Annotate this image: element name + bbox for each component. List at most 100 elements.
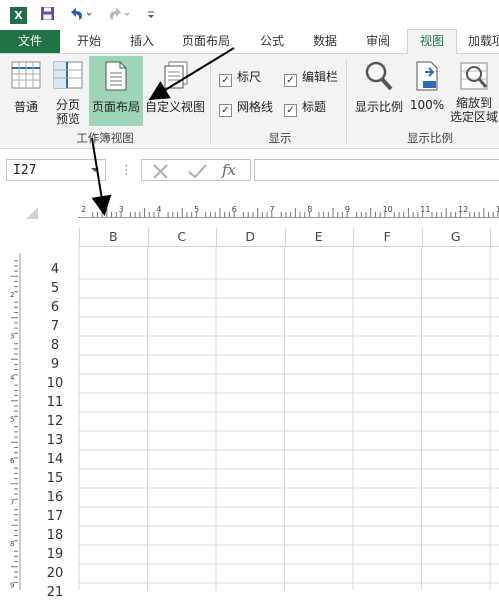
zoom-to-selection-label-1: 缩放到 <box>455 96 492 110</box>
insert-function-icon[interactable]: fx <box>222 161 236 179</box>
tab-addins[interactable]: 加载项 <box>462 30 499 53</box>
normal-view-button[interactable]: 普通 <box>6 60 46 124</box>
column-header-separator[interactable] <box>490 228 491 246</box>
name-box-dropdown-icon[interactable] <box>91 163 99 177</box>
formula-bar: I27 ⋮ fx <box>0 155 499 187</box>
column-header-separator[interactable] <box>147 228 149 246</box>
ribbon-separator <box>346 60 347 144</box>
tab-insert[interactable]: 插入 <box>118 30 166 53</box>
row-header-16[interactable]: 16 <box>40 488 70 507</box>
tab-page-layout[interactable]: 页面布局 <box>172 30 240 53</box>
ruler-ticks: 2345678910111213 <box>81 205 499 217</box>
column-header-separator[interactable] <box>79 228 80 246</box>
formula-input[interactable] <box>254 159 499 181</box>
row-header-6[interactable]: 6 <box>40 298 70 317</box>
svg-text:9: 9 <box>10 582 14 590</box>
column-header-separator[interactable] <box>284 228 286 246</box>
row-header-9[interactable]: 9 <box>40 355 70 374</box>
svg-text:8: 8 <box>10 540 14 548</box>
redo-icon[interactable] <box>108 6 132 24</box>
zoom-to-selection-button[interactable]: 缩放到 选定区域 <box>448 60 499 130</box>
tab-view[interactable]: 视图 <box>407 29 457 55</box>
tab-formulas[interactable]: 公式 <box>250 30 294 53</box>
svg-text:5: 5 <box>194 205 199 214</box>
normal-view-label: 普通 <box>13 100 38 114</box>
zoom-label: 显示比例 <box>354 100 403 114</box>
page-layout-label: 页面布局 <box>91 100 140 114</box>
svg-text:10: 10 <box>383 205 393 214</box>
row-header-8[interactable]: 8 <box>40 336 70 355</box>
vertical-ruler: 23456789 <box>8 253 22 590</box>
ribbon-panel: 普通 分页 预览 页面布局 自定义视图 工作簿视图 ✓ 标尺 ✓ 编辑栏 ✓ 网格线 <box>0 54 499 149</box>
page-break-preview-label-1: 分页 <box>55 98 80 112</box>
column-header-B[interactable]: B <box>79 228 148 246</box>
row-header-10[interactable]: 10 <box>40 374 70 393</box>
ribbon-tabs: 文件 开始 插入 页面布局 公式 数据 审阅 视图 加载项 <box>0 29 499 55</box>
zoom-button[interactable]: 显示比例 <box>352 60 406 124</box>
svg-text:3: 3 <box>10 333 14 341</box>
formula-bar-checkbox[interactable]: ✓ 编辑栏 <box>284 68 338 87</box>
ruler-checkbox[interactable]: ✓ 标尺 <box>219 68 261 87</box>
svg-text:11: 11 <box>420 205 430 214</box>
row-header-13[interactable]: 13 <box>40 431 70 450</box>
check-icon: ✓ <box>219 74 232 87</box>
row-header-11[interactable]: 11 <box>40 393 70 412</box>
workbook-views-group-label: 工作簿视图 <box>76 131 134 145</box>
row-header-12[interactable]: 12 <box>40 412 70 431</box>
row-header-5[interactable]: 5 <box>40 279 70 298</box>
gridlines-checkbox[interactable]: ✓ 网格线 <box>219 98 273 117</box>
column-header-D[interactable]: D <box>216 228 285 246</box>
tab-data[interactable]: 数据 <box>302 30 348 53</box>
worksheet-area: 2345678910111213 BCDEFG 23456789 4567891… <box>0 195 499 602</box>
svg-text:12: 12 <box>458 205 468 214</box>
svg-text:2: 2 <box>10 291 14 299</box>
custom-views-icon <box>164 61 188 89</box>
row-header-21[interactable]: 21 <box>40 583 70 602</box>
custom-views-label: 自定义视图 <box>144 100 205 114</box>
tab-file[interactable]: 文件 <box>0 30 60 53</box>
save-icon[interactable] <box>40 6 55 24</box>
row-header-19[interactable]: 19 <box>40 545 70 564</box>
row-header-17[interactable]: 17 <box>40 507 70 526</box>
row-header-18[interactable]: 18 <box>40 526 70 545</box>
column-header-E[interactable]: E <box>285 228 354 246</box>
row-header-7[interactable]: 7 <box>40 317 70 336</box>
page-layout-view-button[interactable]: 页面布局 <box>89 56 143 126</box>
headings-label: 标题 <box>302 100 327 114</box>
column-header-separator[interactable] <box>421 228 423 246</box>
tab-review[interactable]: 审阅 <box>356 30 400 53</box>
tab-home[interactable]: 开始 <box>64 30 114 53</box>
column-header-G[interactable]: G <box>422 228 491 246</box>
horizontal-ruler: 2345678910111213 <box>78 203 499 218</box>
zoom-100-button[interactable]: 100% <box>408 60 446 124</box>
row-header-20[interactable]: 20 <box>40 564 70 583</box>
gridlines-label: 网格线 <box>237 100 274 114</box>
svg-text:6: 6 <box>232 205 237 214</box>
row-header-4[interactable]: 4 <box>40 260 70 279</box>
svg-text:5: 5 <box>10 416 14 424</box>
column-header-separator[interactable] <box>353 228 354 246</box>
row-header-15[interactable]: 15 <box>40 469 70 488</box>
enter-check-icon[interactable] <box>186 163 208 179</box>
customize-qat-icon[interactable] <box>146 6 156 24</box>
more-options-icon[interactable]: ⋮ <box>120 163 133 178</box>
row-header-14[interactable]: 14 <box>40 450 70 469</box>
formula-bar-label: 编辑栏 <box>302 70 339 84</box>
svg-text:2: 2 <box>81 205 86 214</box>
page-break-preview-button[interactable]: 分页 预览 <box>48 60 88 128</box>
page-layout-icon <box>105 61 127 91</box>
cell-grid[interactable] <box>78 247 499 602</box>
select-all-icon[interactable] <box>26 207 38 222</box>
show-group-label: 显示 <box>268 131 292 145</box>
zoom-to-selection-label-2: 选定区域 <box>449 110 498 124</box>
cancel-icon[interactable] <box>150 163 172 179</box>
column-header-C[interactable]: C <box>148 228 217 246</box>
column-header-F[interactable]: F <box>353 228 422 246</box>
vertical-ruler-ticks: 23456789 <box>10 253 21 590</box>
headings-checkbox[interactable]: ✓ 标题 <box>284 98 326 117</box>
column-header-separator[interactable] <box>216 228 217 246</box>
page-break-preview-label-2: 预览 <box>55 112 80 126</box>
undo-icon[interactable] <box>68 6 92 24</box>
check-icon: ✓ <box>219 104 232 117</box>
custom-views-button[interactable]: 自定义视图 <box>144 60 206 124</box>
